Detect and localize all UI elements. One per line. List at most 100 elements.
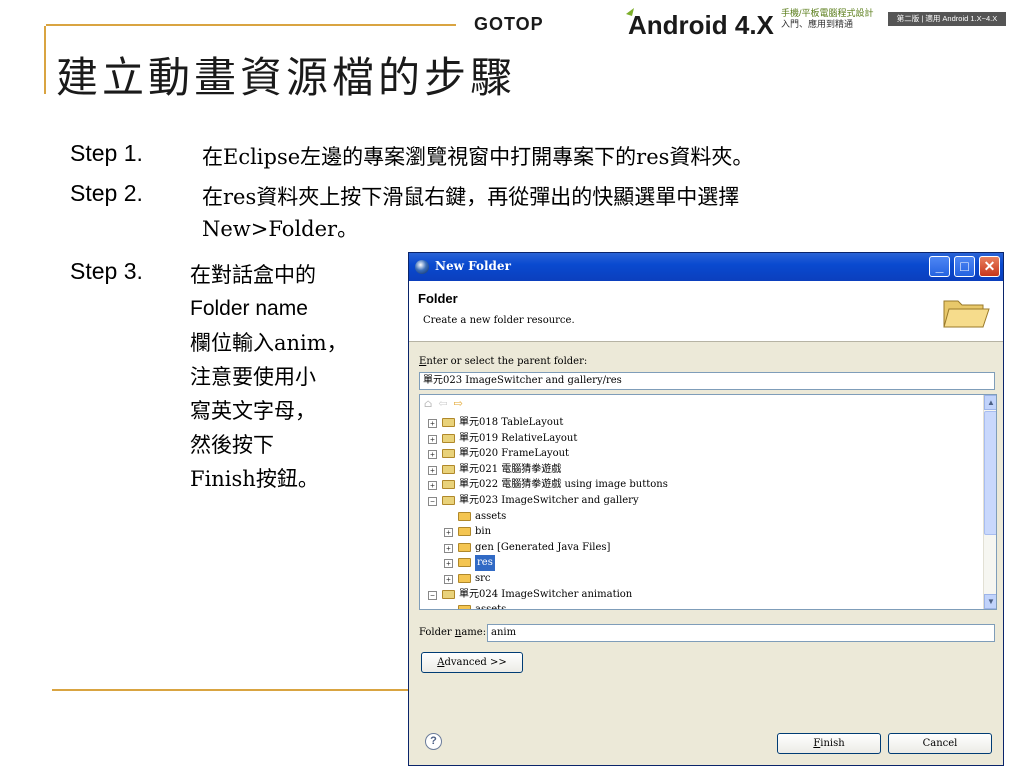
tree-row-label: res xyxy=(475,555,495,571)
step3-line: Folder name xyxy=(190,297,308,320)
tree-row[interactable]: + 單元019 RelativeLayout xyxy=(420,431,980,447)
step2-label: Step 2. xyxy=(70,180,143,206)
expand-icon[interactable]: + xyxy=(428,450,437,460)
tree-row[interactable]: + 單元021 電腦猜拳遊戲 xyxy=(420,462,980,478)
maximize-button[interactable]: □ xyxy=(954,256,975,277)
tree-row[interactable]: + bin xyxy=(420,524,980,540)
step1-label: Step 1. xyxy=(70,140,143,166)
folder-icon xyxy=(458,542,471,552)
edition-badge: 第二版 | 適用 Android 1.X~4.X xyxy=(888,12,1006,26)
tree-row[interactable]: + gen [Generated Java Files] xyxy=(420,540,980,556)
home-icon[interactable]: ⌂ xyxy=(424,397,432,410)
minimize-icon: _ xyxy=(935,258,944,274)
header-divider-line xyxy=(46,24,456,26)
parent-folder-label: Enter or select the parent folder: xyxy=(419,356,588,367)
dialog-titlebar[interactable]: New Folder _ □ ✕ xyxy=(409,253,1003,281)
expand-icon[interactable]: + xyxy=(428,465,437,475)
advanced-button[interactable]: Advanced >> xyxy=(421,652,523,673)
scroll-thumb[interactable] xyxy=(984,411,996,535)
android-logo: Android 4.X xyxy=(626,8,775,40)
project-folder-icon xyxy=(442,589,455,599)
step3-line: Finish按鈕。 xyxy=(190,467,319,491)
tree-row[interactable]: − 單元024 ImageSwitcher animation xyxy=(420,587,980,603)
finish-button[interactable]: Finish xyxy=(777,733,881,754)
tree-row-label: 單元021 電腦猜拳遊戲 xyxy=(459,463,562,475)
tree-row[interactable]: + 單元022 電腦猜拳遊戲 using image buttons xyxy=(420,477,980,493)
scroll-down-button[interactable]: ▼ xyxy=(984,594,996,609)
close-icon: ✕ xyxy=(983,258,996,274)
tree-row[interactable]: assets xyxy=(420,509,980,525)
tree-row-label: 單元018 TableLayout xyxy=(459,417,564,428)
project-tree[interactable]: ⌂ ⇦ ⇨ + 單元018 TableLayout + 單元019 RelativeLay… xyxy=(419,394,997,610)
project-folder-icon xyxy=(442,418,455,427)
android-brand-text: Android 4.X xyxy=(628,10,775,40)
cancel-button[interactable]: Cancel xyxy=(888,733,992,754)
step3-line: 在對話盒中的 xyxy=(190,263,316,287)
parent-folder-input[interactable]: 單元023 ImageSwitcher and gallery/res xyxy=(419,372,995,390)
dialog-header-title: Folder xyxy=(418,291,458,306)
folder-icon xyxy=(458,527,471,537)
gotop-logo: GOTOP xyxy=(474,14,544,34)
step1-text: 在Eclipse左邊的專案瀏覽視窗中打開專案下的res資料夾。 xyxy=(202,145,754,169)
project-folder-icon xyxy=(442,433,455,443)
step3-text: 在對話盒中的 Folder name 欄位輸入anim， 注意要使用小 寫英文字… xyxy=(190,258,348,496)
collapse-icon[interactable]: − xyxy=(428,496,437,506)
step3-line: 注意要使用小 xyxy=(190,365,316,389)
step3-line: 然後按下 xyxy=(190,433,274,457)
tree-row-label: src xyxy=(475,572,491,584)
expand-icon[interactable]: + xyxy=(428,481,437,491)
minimize-button[interactable]: _ xyxy=(929,256,950,277)
step3-line: 欄位輸入anim， xyxy=(190,331,348,355)
title-accent-line xyxy=(44,26,46,94)
expand-icon[interactable]: + xyxy=(428,434,437,444)
tree-row-label: 單元019 RelativeLayout xyxy=(459,432,578,444)
tree-row[interactable]: − 單元023 ImageSwitcher and gallery xyxy=(420,493,980,509)
eclipse-icon xyxy=(415,260,429,274)
back-arrow-icon[interactable]: ⇦ xyxy=(438,397,447,410)
tree-scrollbar[interactable]: ▲ ▼ xyxy=(983,395,996,609)
dialog-header-description: Create a new folder resource. xyxy=(423,315,575,326)
step2-text-line1: 在res資料夾上按下滑鼠右鍵，再從彈出的快顯選單中選擇 xyxy=(202,185,740,209)
forward-arrow-icon[interactable]: ⇨ xyxy=(454,397,463,410)
book-subtitle-line2: 入門、應用到精通 xyxy=(781,19,854,29)
tree-row[interactable]: + 單元020 FrameLayout xyxy=(420,446,980,462)
tree-row-label: assets xyxy=(475,604,507,610)
tree-row-label: assets xyxy=(475,510,507,522)
tree-row-label: 單元020 FrameLayout xyxy=(459,448,570,460)
expand-icon[interactable]: + xyxy=(444,574,453,584)
folder-icon xyxy=(458,573,471,583)
folder-icon xyxy=(458,511,471,521)
expand-icon[interactable]: + xyxy=(444,543,453,553)
tree-row-label: 單元024 ImageSwitcher animation xyxy=(459,588,633,600)
scroll-up-button[interactable]: ▲ xyxy=(984,395,996,410)
project-folder-icon xyxy=(442,480,455,490)
step3-label: Step 3. xyxy=(70,258,143,284)
tree-toolbar: ⌂ ⇦ ⇨ xyxy=(424,397,469,410)
step3-line: 寫英文字母， xyxy=(190,399,316,423)
slide-title: 建立動畫資源檔的步驟 xyxy=(56,53,517,102)
footer-divider-line xyxy=(52,689,412,691)
folder-name-label: Folder name: xyxy=(419,627,487,638)
tree-row-label: gen [Generated Java Files] xyxy=(475,541,611,553)
project-folder-icon xyxy=(442,449,455,459)
book-subtitle: 手機/平板電腦程式設計 入門、應用到精通 xyxy=(781,8,891,30)
close-button[interactable]: ✕ xyxy=(979,256,1000,277)
project-folder-icon xyxy=(442,495,455,505)
dialog-header: Folder Create a new folder resource. xyxy=(409,281,1003,342)
folder-name-input[interactable]: anim xyxy=(487,624,995,642)
tree-row[interactable]: + res xyxy=(420,555,980,571)
tree-rows: + 單元018 TableLayout + 單元019 RelativeLayout +… xyxy=(420,415,980,610)
tree-row[interactable]: assets xyxy=(420,602,980,610)
expand-icon[interactable]: + xyxy=(428,419,437,428)
new-folder-dialog: New Folder _ □ ✕ Folder Create a new fol… xyxy=(408,252,1004,766)
tree-row[interactable]: + src xyxy=(420,571,980,587)
help-icon[interactable]: ? xyxy=(425,733,442,750)
collapse-icon[interactable]: − xyxy=(428,590,437,600)
expand-icon[interactable]: + xyxy=(444,559,453,569)
tree-row-label: bin xyxy=(475,526,492,538)
tree-row-label: 單元023 ImageSwitcher and gallery xyxy=(459,494,639,506)
tree-row-label: 單元022 電腦猜拳遊戲 using image buttons xyxy=(459,479,668,491)
step2-text-line2: New>Folder。 xyxy=(202,217,359,241)
expand-icon[interactable]: + xyxy=(444,528,453,538)
tree-row[interactable]: + 單元018 TableLayout xyxy=(420,415,980,431)
